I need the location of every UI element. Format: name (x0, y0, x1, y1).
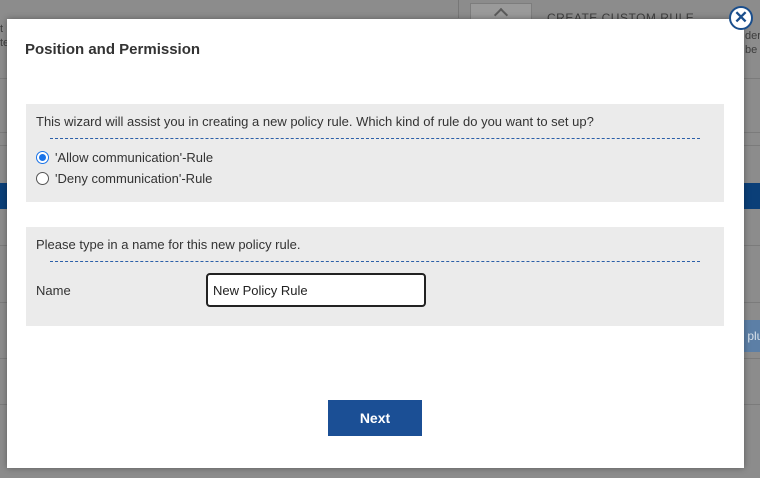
deny-rule-radio[interactable] (36, 171, 49, 185)
allow-rule-option[interactable]: 'Allow communication'-Rule (36, 149, 213, 165)
close-icon: ✕ (733, 8, 749, 27)
close-dialog-button[interactable]: ✕ (729, 6, 753, 30)
rule-type-panel: This wizard will assist you in creating … (26, 104, 724, 202)
rule-type-prompt: This wizard will assist you in creating … (36, 114, 594, 129)
allow-rule-radio[interactable] (36, 150, 49, 164)
background-selected-row (744, 183, 760, 209)
name-field-label: Name (36, 283, 71, 298)
allow-rule-label: 'Allow communication'-Rule (55, 149, 214, 165)
deny-rule-label: 'Deny communication'-Rule (55, 170, 213, 186)
background-divider (458, 0, 459, 18)
dialog-title: Position and Permission (25, 41, 201, 58)
rule-name-input[interactable] (206, 273, 426, 307)
position-permission-dialog: Position and Permission This wizard will… (7, 19, 744, 468)
next-button[interactable]: Next (328, 400, 422, 436)
rule-name-panel: Please type in a name for this new polic… (26, 227, 724, 326)
dashed-divider (50, 138, 700, 139)
background-selected-row (0, 183, 7, 209)
dashed-divider (50, 261, 700, 262)
background-add-button: plu (744, 320, 760, 352)
background-edge-text-right: der be (745, 30, 760, 56)
rule-name-prompt: Please type in a name for this new polic… (36, 237, 301, 252)
deny-rule-option[interactable]: 'Deny communication'-Rule (36, 170, 212, 186)
